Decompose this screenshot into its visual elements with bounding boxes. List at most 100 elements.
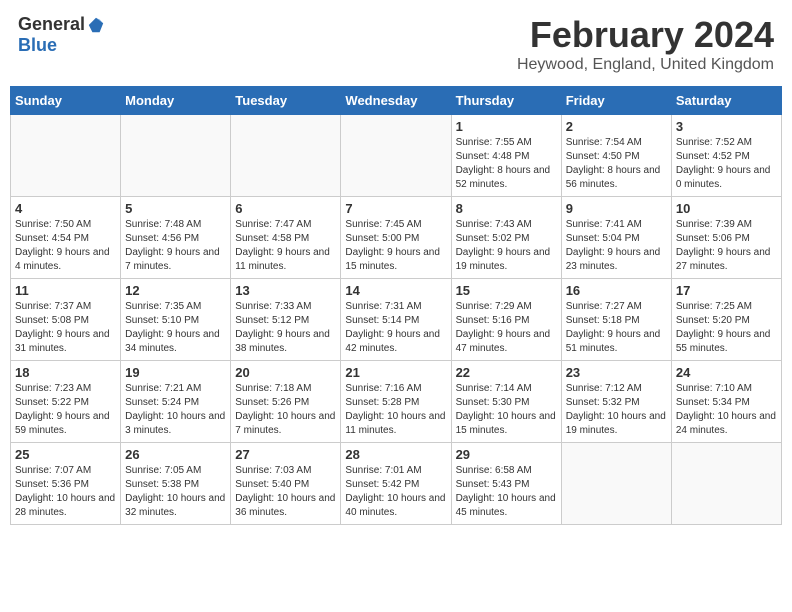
day-number: 24 [676, 365, 777, 380]
day-info: Sunrise: 7:55 AM Sunset: 4:48 PM Dayligh… [456, 136, 557, 192]
calendar-header-monday: Monday [121, 87, 231, 115]
calendar-cell [671, 443, 781, 525]
title-area: February 2024 Heywood, England, United K… [517, 14, 774, 74]
day-info: Sunrise: 7:41 AM Sunset: 5:04 PM Dayligh… [566, 218, 667, 274]
day-info: Sunrise: 7:50 AM Sunset: 4:54 PM Dayligh… [15, 218, 116, 274]
logo: General Blue [18, 14, 105, 56]
day-number: 20 [235, 365, 336, 380]
day-number: 18 [15, 365, 116, 380]
day-info: Sunrise: 7:52 AM Sunset: 4:52 PM Dayligh… [676, 136, 777, 192]
calendar-cell: 23 Sunrise: 7:12 AM Sunset: 5:32 PM Dayli… [561, 361, 671, 443]
calendar-header-friday: Friday [561, 87, 671, 115]
calendar-cell: 21 Sunrise: 7:16 AM Sunset: 5:28 PM Dayli… [341, 361, 451, 443]
day-info: Sunrise: 7:01 AM Sunset: 5:42 PM Dayligh… [345, 464, 446, 520]
day-number: 23 [566, 365, 667, 380]
calendar-header-tuesday: Tuesday [231, 87, 341, 115]
day-number: 15 [456, 283, 557, 298]
day-info: Sunrise: 7:29 AM Sunset: 5:16 PM Dayligh… [456, 300, 557, 356]
day-number: 10 [676, 201, 777, 216]
day-number: 11 [15, 283, 116, 298]
calendar-cell: 25 Sunrise: 7:07 AM Sunset: 5:36 PM Dayli… [11, 443, 121, 525]
day-info: Sunrise: 7:18 AM Sunset: 5:26 PM Dayligh… [235, 382, 336, 438]
day-info: Sunrise: 7:48 AM Sunset: 4:56 PM Dayligh… [125, 218, 226, 274]
day-number: 25 [15, 447, 116, 462]
calendar-cell: 4 Sunrise: 7:50 AM Sunset: 4:54 PM Daylig… [11, 197, 121, 279]
day-number: 3 [676, 119, 777, 134]
day-info: Sunrise: 7:31 AM Sunset: 5:14 PM Dayligh… [345, 300, 446, 356]
calendar-cell: 26Sunrise: 7:05 AM Sunset: 5:38 PM Dayli… [121, 443, 231, 525]
day-info: Sunrise: 7:16 AM Sunset: 5:28 PM Dayligh… [345, 382, 446, 438]
day-number: 9 [566, 201, 667, 216]
day-number: 6 [235, 201, 336, 216]
calendar-cell [561, 443, 671, 525]
page-title: February 2024 [517, 14, 774, 56]
calendar-cell [11, 115, 121, 197]
day-info: Sunrise: 7:39 AM Sunset: 5:06 PM Dayligh… [676, 218, 777, 274]
day-info: Sunrise: 7:12 AM Sunset: 5:32 PM Dayligh… [566, 382, 667, 438]
calendar-cell [231, 115, 341, 197]
day-info: Sunrise: 7:45 AM Sunset: 5:00 PM Dayligh… [345, 218, 446, 274]
calendar-cell: 2 Sunrise: 7:54 AM Sunset: 4:50 PM Daylig… [561, 115, 671, 197]
calendar-cell: 7Sunrise: 7:45 AM Sunset: 5:00 PM Daylig… [341, 197, 451, 279]
calendar-cell: 10 Sunrise: 7:39 AM Sunset: 5:06 PM Dayli… [671, 197, 781, 279]
calendar-cell: 22Sunrise: 7:14 AM Sunset: 5:30 PM Dayli… [451, 361, 561, 443]
calendar-cell: 15 Sunrise: 7:29 AM Sunset: 5:16 PM Dayli… [451, 279, 561, 361]
calendar-cell: 20 Sunrise: 7:18 AM Sunset: 5:26 PM Dayli… [231, 361, 341, 443]
calendar-cell: 27 Sunrise: 7:03 AM Sunset: 5:40 PM Dayli… [231, 443, 341, 525]
logo-blue-text: Blue [18, 35, 57, 56]
day-info: Sunrise: 7:10 AM Sunset: 5:34 PM Dayligh… [676, 382, 777, 438]
calendar-header-row: SundayMondayTuesdayWednesdayThursdayFrid… [11, 87, 782, 115]
day-number: 12 [125, 283, 226, 298]
calendar-cell: 5 Sunrise: 7:48 AM Sunset: 4:56 PM Daylig… [121, 197, 231, 279]
day-number: 28 [345, 447, 446, 462]
calendar-week-row: 18 Sunrise: 7:23 AM Sunset: 5:22 PM Dayli… [11, 361, 782, 443]
day-number: 16 [566, 283, 667, 298]
calendar-cell: 18 Sunrise: 7:23 AM Sunset: 5:22 PM Dayli… [11, 361, 121, 443]
day-info: Sunrise: 7:35 AM Sunset: 5:10 PM Dayligh… [125, 300, 226, 356]
calendar-cell: 28 Sunrise: 7:01 AM Sunset: 5:42 PM Dayli… [341, 443, 451, 525]
calendar-cell: 19 Sunrise: 7:21 AM Sunset: 5:24 PM Dayli… [121, 361, 231, 443]
day-info: Sunrise: 7:54 AM Sunset: 4:50 PM Dayligh… [566, 136, 667, 192]
day-info: Sunrise: 7:03 AM Sunset: 5:40 PM Dayligh… [235, 464, 336, 520]
day-info: Sunrise: 7:43 AM Sunset: 5:02 PM Dayligh… [456, 218, 557, 274]
day-number: 5 [125, 201, 226, 216]
calendar-cell [341, 115, 451, 197]
day-number: 14 [345, 283, 446, 298]
calendar-week-row: 11Sunrise: 7:37 AM Sunset: 5:08 PM Dayli… [11, 279, 782, 361]
calendar-header-saturday: Saturday [671, 87, 781, 115]
calendar-cell: 1 Sunrise: 7:55 AM Sunset: 4:48 PM Daylig… [451, 115, 561, 197]
day-info: Sunrise: 7:33 AM Sunset: 5:12 PM Dayligh… [235, 300, 336, 356]
day-info: Sunrise: 7:47 AM Sunset: 4:58 PM Dayligh… [235, 218, 336, 274]
logo-general-text: General [18, 14, 85, 35]
day-info: Sunrise: 7:05 AM Sunset: 5:38 PM Dayligh… [125, 464, 226, 520]
calendar-week-row: 4 Sunrise: 7:50 AM Sunset: 4:54 PM Daylig… [11, 197, 782, 279]
calendar-cell: 13 Sunrise: 7:33 AM Sunset: 5:12 PM Dayli… [231, 279, 341, 361]
page-subtitle: Heywood, England, United Kingdom [517, 56, 774, 74]
day-number: 8 [456, 201, 557, 216]
calendar-cell: 11Sunrise: 7:37 AM Sunset: 5:08 PM Dayli… [11, 279, 121, 361]
calendar-cell: 16 Sunrise: 7:27 AM Sunset: 5:18 PM Dayli… [561, 279, 671, 361]
day-info: Sunrise: 7:25 AM Sunset: 5:20 PM Dayligh… [676, 300, 777, 356]
calendar-week-row: 25 Sunrise: 7:07 AM Sunset: 5:36 PM Dayli… [11, 443, 782, 525]
calendar-cell: 8 Sunrise: 7:43 AM Sunset: 5:02 PM Daylig… [451, 197, 561, 279]
calendar-cell: 14 Sunrise: 7:31 AM Sunset: 5:14 PM Dayli… [341, 279, 451, 361]
calendar-cell: 6 Sunrise: 7:47 AM Sunset: 4:58 PM Daylig… [231, 197, 341, 279]
day-info: Sunrise: 7:07 AM Sunset: 5:36 PM Dayligh… [15, 464, 116, 520]
day-number: 27 [235, 447, 336, 462]
day-number: 21 [345, 365, 446, 380]
calendar-cell: 9 Sunrise: 7:41 AM Sunset: 5:04 PM Daylig… [561, 197, 671, 279]
day-number: 4 [15, 201, 116, 216]
day-number: 17 [676, 283, 777, 298]
day-info: Sunrise: 7:21 AM Sunset: 5:24 PM Dayligh… [125, 382, 226, 438]
day-number: 19 [125, 365, 226, 380]
day-number: 29 [456, 447, 557, 462]
header: General Blue February 2024 Heywood, Engl… [10, 10, 782, 78]
day-number: 13 [235, 283, 336, 298]
calendar-cell: 29 Sunrise: 6:58 AM Sunset: 5:43 PM Dayli… [451, 443, 561, 525]
calendar-header-wednesday: Wednesday [341, 87, 451, 115]
day-info: Sunrise: 6:58 AM Sunset: 5:43 PM Dayligh… [456, 464, 557, 520]
day-number: 1 [456, 119, 557, 134]
day-number: 2 [566, 119, 667, 134]
day-info: Sunrise: 7:27 AM Sunset: 5:18 PM Dayligh… [566, 300, 667, 356]
day-info: Sunrise: 7:23 AM Sunset: 5:22 PM Dayligh… [15, 382, 116, 438]
